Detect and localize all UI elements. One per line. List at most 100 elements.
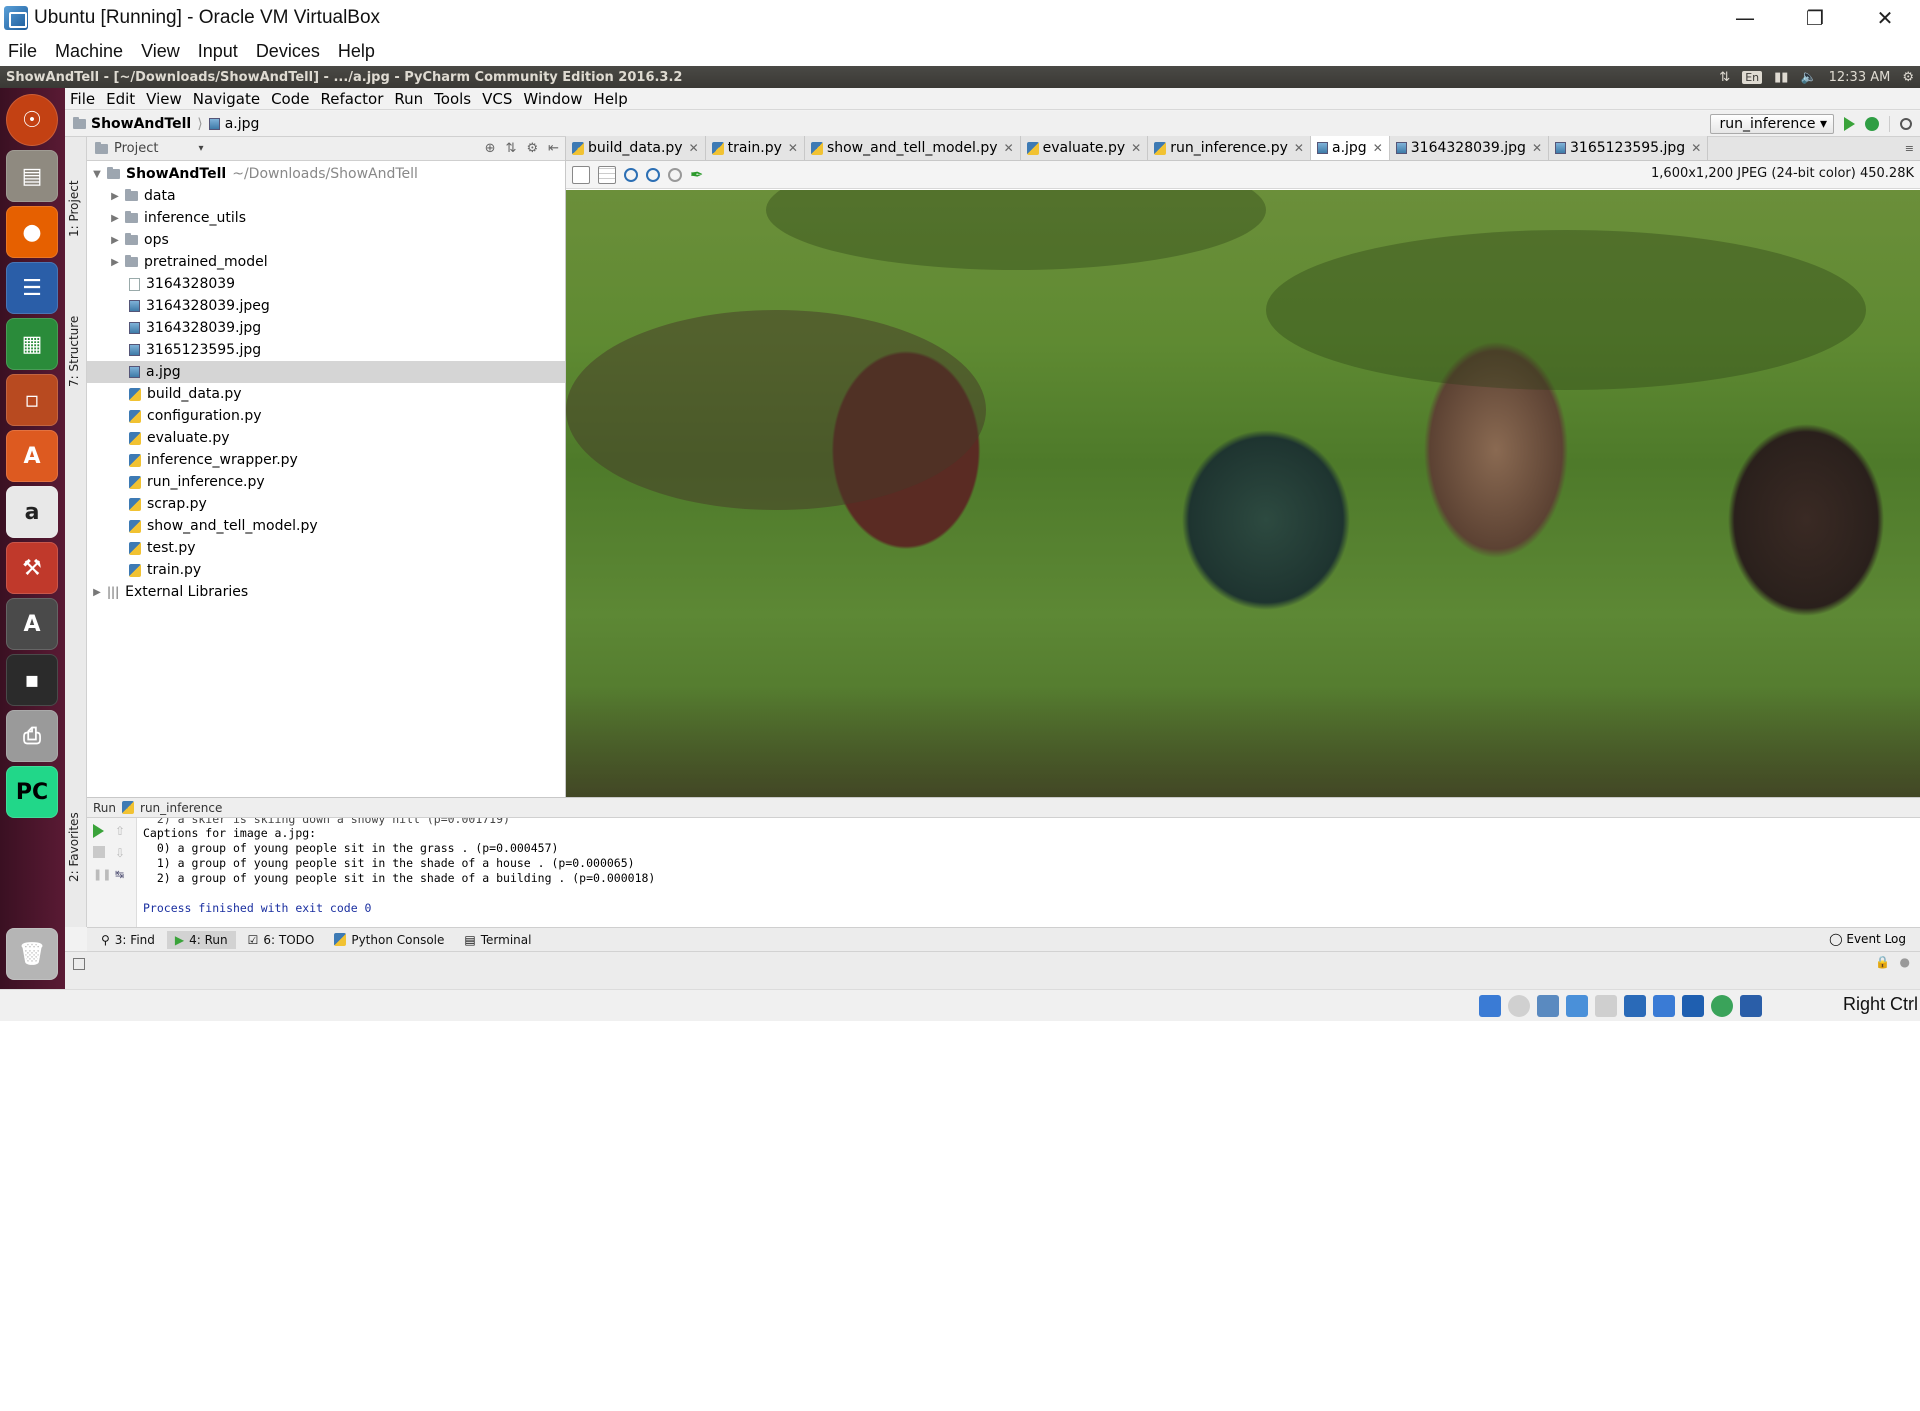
run-panel-config[interactable]: run_inference [140, 801, 222, 815]
usb-icon[interactable] [1595, 995, 1617, 1017]
tree-file-selected[interactable]: a.jpg [87, 361, 565, 383]
chevron-down-icon[interactable]: ▾ [198, 143, 203, 154]
vbox-menu-input[interactable]: Input [198, 41, 238, 62]
tree-file[interactable]: inference_wrapper.py [87, 449, 565, 471]
collapse-arrow-icon[interactable]: ▶ [109, 191, 121, 202]
menu-run[interactable]: Run [394, 90, 423, 108]
hide-icon[interactable]: ⇤ [548, 141, 559, 156]
minimize-icon[interactable]: — [1710, 0, 1780, 36]
tool-tab-todo[interactable]: ☑ 6: TODO [240, 931, 323, 949]
mouse-integration-icon[interactable] [1740, 995, 1762, 1017]
tab-build-data[interactable]: build_data.py ✕ [566, 136, 706, 160]
event-log-button[interactable]: ◯ Event Log [1829, 932, 1906, 946]
volume-icon[interactable]: 🔈 [1800, 70, 1816, 85]
vbox-menu-view[interactable]: View [141, 41, 180, 62]
tree-folder-pretrained-model[interactable]: ▶ pretrained_model [87, 251, 565, 273]
search-icon[interactable] [1900, 118, 1912, 130]
tree-file[interactable]: 3164328039.jpeg [87, 295, 565, 317]
tree-file[interactable]: 3165123595.jpg [87, 339, 565, 361]
tree-file[interactable]: scrap.py [87, 493, 565, 515]
libreoffice-impress-icon[interactable]: ▫ [6, 374, 58, 426]
close-tab-icon[interactable]: ✕ [1294, 141, 1304, 155]
menu-window[interactable]: Window [523, 90, 582, 108]
tabs-overflow-icon[interactable]: ≡ [1905, 142, 1920, 155]
dash-home-icon[interactable]: ☉ [6, 94, 58, 146]
tree-external-libraries[interactable]: ▶ ||| External Libraries [87, 581, 565, 603]
tree-file[interactable]: show_and_tell_model.py [87, 515, 565, 537]
tab-3164328039-jpg[interactable]: 3164328039.jpg ✕ [1389, 136, 1549, 160]
breadcrumb-project[interactable]: ShowAndTell [91, 116, 191, 132]
expand-arrow-icon[interactable]: ▼ [91, 169, 103, 180]
stop-icon[interactable] [93, 846, 105, 858]
battery-icon[interactable]: ▮▮ [1774, 70, 1788, 85]
menu-help[interactable]: Help [594, 90, 628, 108]
vbox-menu-devices[interactable]: Devices [256, 41, 320, 62]
close-tab-icon[interactable]: ✕ [1532, 141, 1542, 155]
amazon-icon[interactable]: a [6, 486, 58, 538]
tree-file[interactable]: build_data.py [87, 383, 565, 405]
tree-file[interactable]: 3164328039.jpg [87, 317, 565, 339]
actual-size-icon[interactable] [668, 167, 682, 182]
gear-icon[interactable]: ⚙ [526, 141, 538, 156]
vbox-menu-machine[interactable]: Machine [55, 41, 123, 62]
close-icon[interactable]: ✕ [1850, 0, 1920, 36]
printer-icon[interactable]: ⎙ [6, 710, 58, 762]
rerun-icon[interactable] [93, 824, 104, 838]
pycharm-icon[interactable]: PC [6, 766, 58, 818]
close-tab-icon[interactable]: ✕ [1373, 141, 1383, 155]
breadcrumb-file[interactable]: a.jpg [225, 116, 260, 132]
tree-file[interactable]: 3164328039 [87, 273, 565, 295]
tree-file[interactable]: test.py [87, 537, 565, 559]
network-icon[interactable]: ⇅ [1719, 70, 1730, 85]
tab-structure-toolwindow[interactable]: 7: Structure [67, 316, 81, 387]
restore-icon[interactable]: ❐ [1780, 0, 1850, 36]
tab-favorites-toolwindow[interactable]: 2: Favorites [67, 812, 81, 882]
sync-icon[interactable]: ⊕ [485, 141, 496, 156]
tab-run-inference[interactable]: run_inference.py ✕ [1148, 136, 1311, 160]
libreoffice-writer-icon[interactable]: ☰ [6, 262, 58, 314]
firefox-icon[interactable]: ● [6, 206, 58, 258]
clock[interactable]: 12:33 AM [1829, 70, 1891, 85]
close-tab-icon[interactable]: ✕ [1004, 141, 1014, 155]
tab-evaluate[interactable]: evaluate.py ✕ [1020, 136, 1149, 160]
collapse-icon[interactable]: ⇅ [506, 141, 517, 156]
debug-icon[interactable] [1865, 117, 1879, 131]
inspector-icon[interactable]: ● [1900, 955, 1910, 969]
libreoffice-calc-icon[interactable]: ▦ [6, 318, 58, 370]
settings-gear-icon[interactable]: ⚙ [1902, 70, 1914, 85]
vbox-menu-file[interactable]: File [8, 41, 37, 62]
soft-wrap-icon[interactable]: ↹ [115, 868, 127, 881]
tree-file[interactable]: run_inference.py [87, 471, 565, 493]
tree-file[interactable]: configuration.py [87, 405, 565, 427]
project-panel-title[interactable]: Project [114, 141, 158, 156]
menu-code[interactable]: Code [271, 90, 309, 108]
close-tab-icon[interactable]: ✕ [1691, 141, 1701, 155]
optical-drive-icon[interactable] [1508, 995, 1530, 1017]
vt-x-icon[interactable] [1711, 995, 1733, 1017]
menu-view[interactable]: View [146, 90, 182, 108]
background-toggle-icon[interactable] [572, 165, 590, 184]
up-arrow-icon[interactable]: ⇧ [115, 824, 127, 838]
console-output[interactable]: 2) a skier is skiing down a snowy hill (… [143, 818, 1920, 928]
tree-root[interactable]: ▼ ShowAndTell ~/Downloads/ShowAndTell [87, 163, 565, 185]
run-play-icon[interactable] [1844, 117, 1855, 131]
tree-folder-inference-utils[interactable]: ▶ inference_utils [87, 207, 565, 229]
trash-icon[interactable]: 🗑 [6, 928, 58, 980]
shared-folders-icon[interactable] [1624, 995, 1646, 1017]
menu-navigate[interactable]: Navigate [193, 90, 260, 108]
files-icon[interactable]: ▤ [6, 150, 58, 202]
collapse-arrow-icon[interactable]: ▶ [91, 587, 103, 598]
tool-tab-run[interactable]: ▶ 4: Run [166, 930, 236, 949]
terminal-app-icon[interactable]: ▪ [6, 654, 58, 706]
tree-folder-data[interactable]: ▶ data [87, 185, 565, 207]
tab-a-jpg[interactable]: a.jpg ✕ [1310, 136, 1390, 160]
menu-refactor[interactable]: Refactor [320, 90, 383, 108]
tool-tab-terminal[interactable]: ▤ Terminal [456, 931, 539, 949]
close-tab-icon[interactable]: ✕ [689, 141, 699, 155]
software-center-icon[interactable]: A [6, 430, 58, 482]
tree-folder-ops[interactable]: ▶ ops [87, 229, 565, 251]
collapse-arrow-icon[interactable]: ▶ [109, 235, 121, 246]
close-tab-icon[interactable]: ✕ [788, 141, 798, 155]
hard-disk-icon[interactable] [1479, 995, 1501, 1017]
menu-tools[interactable]: Tools [434, 90, 471, 108]
